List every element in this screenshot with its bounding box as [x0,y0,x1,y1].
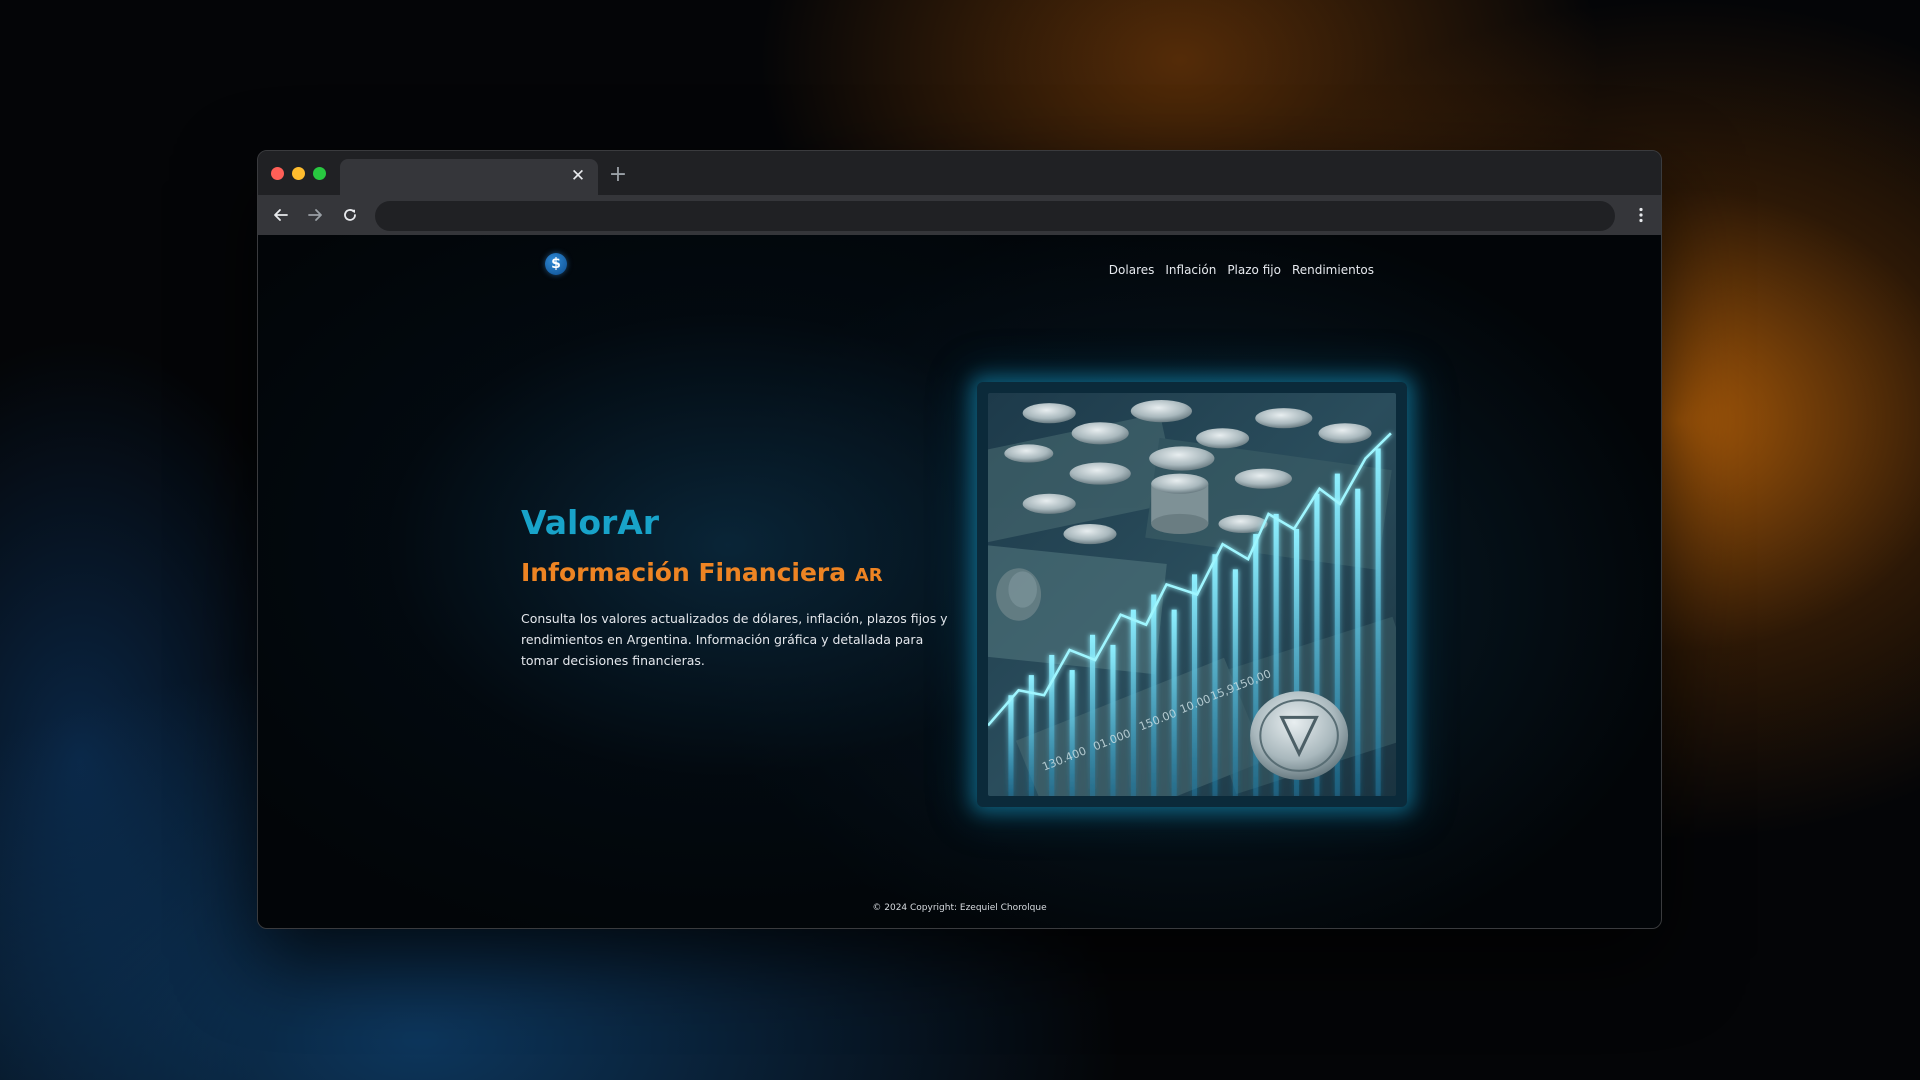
footer-copyright: © 2024 Copyright: Ezequiel Chorolque [872,903,1047,913]
new-tab-icon[interactable]: + [606,163,630,187]
tab-strip: ✕ + [258,151,1661,195]
browser-toolbar [258,195,1661,235]
hero-image-frame: 130.400 01.000 150.00 10.00 15,9150,00 [977,382,1407,807]
forward-arrow-icon[interactable] [301,201,329,229]
hero-subtitle-text: Información Financiera [521,558,847,587]
page-viewport: $ Dolares Inflación Plazo fijo Rendimien… [258,235,1661,928]
browser-tab[interactable]: ✕ [340,159,598,195]
tab-close-icon[interactable]: ✕ [568,166,588,186]
back-arrow-icon[interactable] [267,201,295,229]
nav-link-plazo-fijo[interactable]: Plazo fijo [1227,260,1281,280]
minimize-window-button[interactable] [292,167,305,180]
kebab-menu-icon[interactable] [1629,201,1653,229]
finance-chart-illustration: 130.400 01.000 150.00 10.00 15,9150,00 [988,393,1396,796]
close-window-button[interactable] [271,167,284,180]
maximize-window-button[interactable] [313,167,326,180]
address-bar[interactable] [375,201,1615,231]
nav-link-rendimientos[interactable]: Rendimientos [1292,260,1374,280]
main-nav: Dolares Inflación Plazo fijo Rendimiento… [258,260,1374,280]
browser-window: ✕ + $ Dolares Inflación Plazo fijo Rendi… [257,150,1662,929]
hero-title: ValorAr [521,503,660,542]
reload-icon[interactable] [336,201,364,229]
hero-subtitle: Información Financiera AR [521,557,883,592]
hero-description: Consulta los valores actualizados de dól… [521,611,948,668]
nav-link-inflacion[interactable]: Inflación [1165,260,1216,280]
nav-link-dolares[interactable]: Dolares [1109,260,1155,280]
hero-subtitle-country-code: AR [854,565,883,586]
